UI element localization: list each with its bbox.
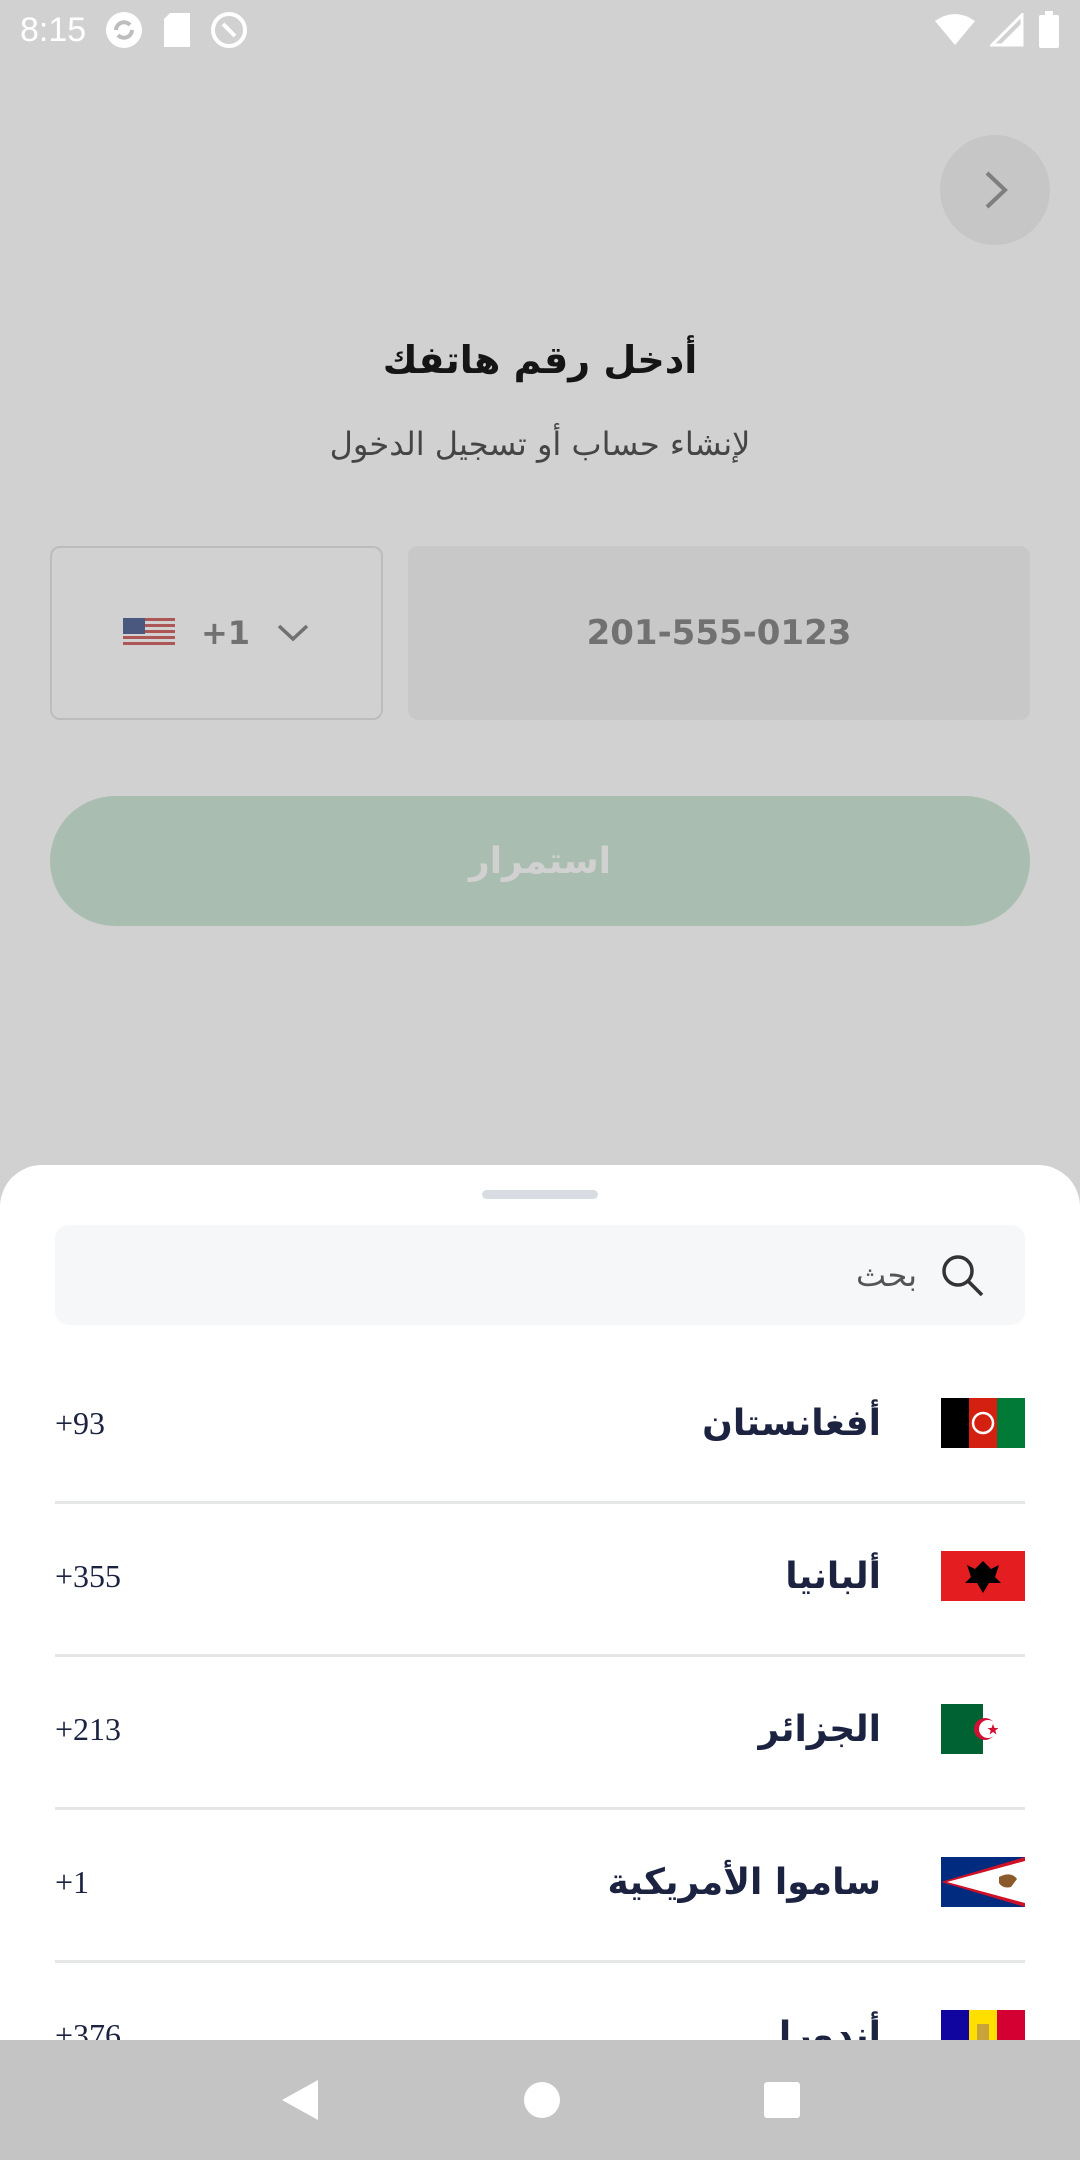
country-row-albania[interactable]: +355 ألبانيا [55, 1501, 1025, 1651]
country-name: أندورا [778, 2014, 881, 2041]
dial-code: +355 [55, 1557, 122, 1594]
back-icon[interactable] [278, 2076, 322, 2124]
country-row-american-samoa[interactable]: +1 ساموا الأمريكية [55, 1807, 1025, 1957]
country-name: ساموا الأمريكية [607, 1861, 881, 1903]
sheet-drag-handle[interactable] [482, 1190, 598, 1199]
dial-code: +1 [55, 1863, 90, 1900]
country-name: أفغانستان [702, 1402, 881, 1444]
dial-code: +93 [55, 1404, 106, 1441]
home-icon[interactable] [522, 2080, 562, 2120]
dial-code: +376 [55, 2016, 122, 2041]
status-time: 8:15 [20, 10, 87, 49]
dial-code: +213 [55, 1710, 122, 1747]
flag-afghanistan-icon [941, 1398, 1025, 1448]
battery-icon [1039, 11, 1059, 48]
cell-signal-icon [990, 13, 1024, 47]
country-row-andorra[interactable]: +376 أندورا [55, 1960, 1025, 2040]
system-navigation-bar [0, 2040, 1080, 2160]
flag-albania-icon [941, 1551, 1025, 1601]
circle-app-icon [211, 12, 248, 48]
recents-icon[interactable] [762, 2080, 802, 2120]
flag-algeria-icon [941, 1704, 1025, 1754]
flag-american-samoa-icon [941, 1857, 1025, 1907]
sync-icon [106, 12, 143, 48]
country-row-algeria[interactable]: +213 الجزائر [55, 1654, 1025, 1804]
country-name: ألبانيا [785, 1555, 881, 1597]
wifi-icon [935, 14, 975, 45]
country-search-input[interactable]: بحث [55, 1225, 1025, 1325]
country-picker-sheet: بحث +93 أفغانستان +355 ألبانيا +213 الجز… [0, 1165, 1080, 2040]
status-bar: 8:15 [0, 0, 1080, 60]
country-name: الجزائر [758, 1708, 881, 1750]
country-row-afghanistan[interactable]: +93 أفغانستان [55, 1348, 1025, 1498]
flag-andorra-icon [941, 2010, 1025, 2040]
sd-card-icon [164, 13, 191, 47]
search-icon [942, 1255, 984, 1297]
search-placeholder: بحث [856, 1256, 917, 1294]
